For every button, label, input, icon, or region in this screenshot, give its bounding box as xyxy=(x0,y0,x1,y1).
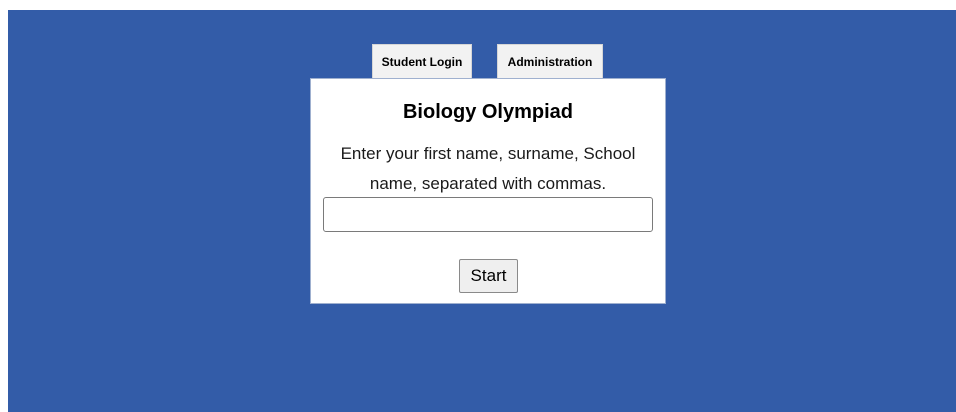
page-background: Student Login Administration Biology Oly… xyxy=(8,10,956,412)
tab-student-login[interactable]: Student Login xyxy=(372,44,472,78)
tab-administration[interactable]: Administration xyxy=(497,44,603,78)
tab-student-login-label: Student Login xyxy=(381,55,463,69)
start-button[interactable]: Start xyxy=(459,259,518,293)
panel-title: Biology Olympiad xyxy=(402,101,574,123)
login-panel: Biology Olympiad Enter your first name, … xyxy=(310,78,666,304)
tab-administration-label: Administration xyxy=(507,55,593,69)
panel-instructions: Enter your first name, surname, School n… xyxy=(340,144,636,193)
name-school-input[interactable] xyxy=(323,197,653,232)
